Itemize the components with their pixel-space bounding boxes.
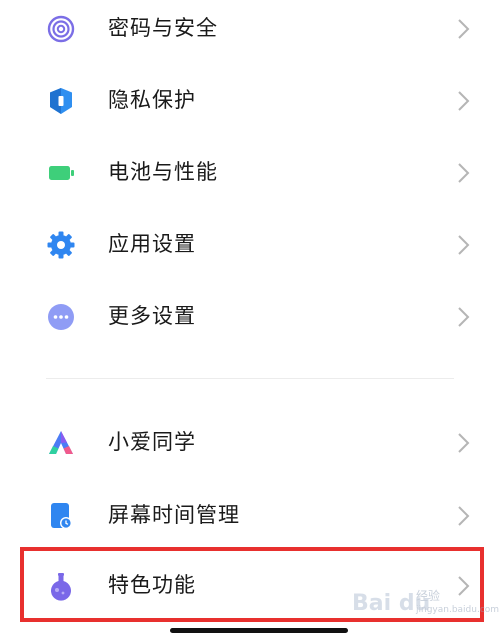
- settings-item-label: 更多设置: [108, 304, 196, 328]
- settings-item-label: 隐私保护: [108, 88, 196, 112]
- chevron-right-icon: [458, 19, 470, 39]
- fingerprint-icon: [47, 15, 75, 43]
- settings-item-password-security[interactable]: 密码与安全: [0, 0, 500, 56]
- home-indicator[interactable]: [170, 628, 348, 633]
- settings-item-label: 密码与安全: [108, 16, 218, 40]
- settings-item-privacy[interactable]: 隐私保护: [0, 72, 500, 128]
- settings-item-xiaoai[interactable]: 小爱同学: [0, 414, 500, 470]
- section-divider: [46, 378, 454, 379]
- gear-icon: [47, 231, 75, 259]
- watermark-sub: 经验: [416, 589, 441, 603]
- settings-item-more-settings[interactable]: 更多设置: [0, 288, 500, 344]
- settings-item-label: 屏幕时间管理: [108, 503, 240, 527]
- chevron-right-icon: [458, 307, 470, 327]
- settings-item-label: 小爱同学: [108, 430, 196, 454]
- privacy-shield-icon: [50, 88, 72, 114]
- settings-item-label: 电池与性能: [108, 160, 218, 184]
- battery-icon: [49, 166, 74, 180]
- xiaoai-assistant-icon: [49, 431, 73, 454]
- settings-item-app-settings[interactable]: 应用设置: [0, 216, 500, 272]
- chevron-right-icon: [458, 235, 470, 255]
- watermark-site: jingyan.baidu.com: [416, 605, 500, 615]
- chevron-right-icon: [458, 506, 470, 526]
- settings-screen: 密码与安全 隐私保护 电池与性能 应用设置 更多设置 小爱同学 屏幕时间管理 特…: [0, 0, 500, 634]
- settings-item-label: 应用设置: [108, 232, 196, 256]
- chevron-right-icon: [458, 91, 470, 111]
- chevron-right-icon: [458, 433, 470, 453]
- baidu-watermark: Bai du 经验 jingyan.baidu.com: [352, 585, 499, 625]
- settings-item-battery-performance[interactable]: 电池与性能: [0, 144, 500, 200]
- more-dots-icon: [48, 304, 74, 330]
- screen-time-icon: [51, 503, 72, 529]
- settings-item-screen-time[interactable]: 屏幕时间管理: [0, 487, 500, 543]
- chevron-right-icon: [458, 163, 470, 183]
